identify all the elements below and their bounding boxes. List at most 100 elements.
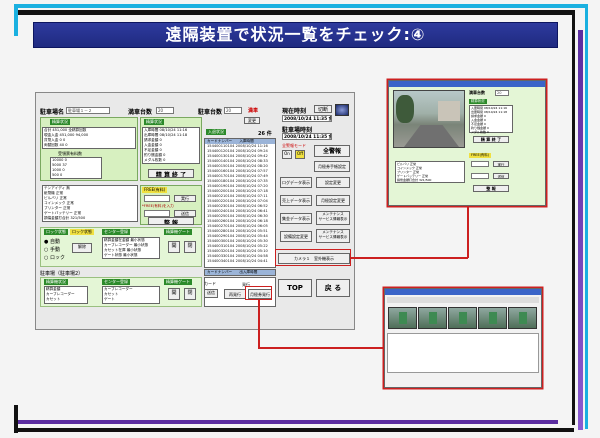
sales-data-button[interactable]: 売上データ表示 xyxy=(280,195,312,206)
entry-left-table: 精算金額 カーブレコーダー カセット xyxy=(44,286,88,304)
alarm-on-button[interactable]: On xyxy=(282,150,292,159)
table-row: メダル枚数 0 xyxy=(144,158,166,162)
fee-input[interactable] xyxy=(144,195,170,202)
entry-center-table: カーブレコーダー カセット ゲート xyxy=(102,286,160,304)
lot-name-input[interactable]: 駐車場１－２ xyxy=(66,107,110,114)
top-button[interactable]: TOP xyxy=(278,279,312,297)
full-alarm-button[interactable]: 全警報 xyxy=(314,145,350,157)
lock-option-manual[interactable]: ○ 手動 xyxy=(44,246,60,253)
current-time-label: 現在時刻 xyxy=(282,108,307,115)
lock-mode-tag: ロック状態 xyxy=(44,229,68,235)
log-title: 入退状況 xyxy=(206,129,226,135)
monthly-change-button[interactable]: 月極設定変更 xyxy=(316,195,350,206)
bottom-left-bar xyxy=(14,405,18,433)
cam-send-input[interactable] xyxy=(471,173,489,179)
maintenance-button-2[interactable]: メンテナンス サービス情報表示 xyxy=(316,229,350,243)
sales-table: 合計 451,000 全精算回数 現金入金 451,000 94,000 貨幣入… xyxy=(42,127,136,149)
slide-title: 遠隔装置で状況一覧をチェック:④ xyxy=(33,22,558,48)
maintenance-button-1[interactable]: メンテナンス サービス情報表示 xyxy=(316,211,350,225)
lock-option-lock[interactable]: ○ ロック xyxy=(44,254,65,261)
bottom-black-bar xyxy=(14,428,574,432)
video-thumbnail[interactable] xyxy=(478,307,507,329)
switch-button[interactable]: 切断 xyxy=(314,105,332,113)
monthly-issue-highlight xyxy=(245,286,272,300)
finish-table: 入庫時間 08/10/24 11:16 出庫時間 08/10/24 11:18 … xyxy=(142,127,200,164)
table-row: 損傷金額打合計 321/500 xyxy=(44,216,86,220)
top-accent-bar xyxy=(14,4,586,8)
table-row: 損傷金額打合計 321/500 xyxy=(397,178,432,182)
fee-send-button[interactable]: 送信 xyxy=(174,210,196,217)
list-item[interactable]: 154400340104 2008/10/24 04:41 xyxy=(205,259,275,264)
cam-fee-input[interactable] xyxy=(471,161,489,167)
gate-open-button[interactable]: 開 xyxy=(168,241,180,253)
count-table: 10000 0 5000 37 1000 0 500 0 xyxy=(50,157,102,179)
full-count-label: 満車台数 xyxy=(128,109,153,116)
fee-send-input[interactable] xyxy=(144,210,170,217)
table-row: 両替回数 40 0 xyxy=(44,143,68,147)
cam-finish-table: 入庫時間 08/10/24 11:16 出庫時間 08/10/24 11:18 … xyxy=(469,105,513,134)
center-register-tag: センター登録 xyxy=(102,229,130,235)
all-alarm-label: 全警報モード xyxy=(282,143,306,148)
main-app-window: 駐車場名 駐車場１－２ 満車台数 20 駐車台数 20 満車 変更 現在時刻 2… xyxy=(35,92,355,330)
top-black-bar xyxy=(14,10,574,15)
sales-section-tag: 精算状況 xyxy=(50,119,70,125)
reset-button[interactable]: 整 報 xyxy=(148,217,194,225)
entry-log-list[interactable]: カードナンバー 入庫時間 154400110104 2008/10/24 11:… xyxy=(204,138,276,268)
setting-change-button[interactable]: 設定変更 xyxy=(316,177,350,188)
full-count-input[interactable]: 20 xyxy=(156,107,174,114)
right-purple-bar xyxy=(578,30,583,430)
globe-icon[interactable] xyxy=(335,104,349,116)
parked-time-value: 2008/10/24 11:35 金 xyxy=(282,133,332,140)
reissue-button[interactable]: 再発行 xyxy=(224,289,246,299)
recorder-timeline[interactable] xyxy=(387,333,539,373)
monthly-contract-button[interactable]: 月極券手帳設定 xyxy=(314,161,350,172)
back-button[interactable]: 戻 る xyxy=(316,279,350,297)
cam-full-count-label: 満車台数 xyxy=(469,90,485,95)
collect-data-button[interactable]: 集金データ表示 xyxy=(280,213,312,224)
video-thumbnail[interactable] xyxy=(448,307,477,329)
log-data-button[interactable]: ログデータ表示 xyxy=(280,177,312,188)
card-label: カード xyxy=(204,281,216,286)
table-row: ゲート xyxy=(104,297,115,301)
gate-tag: 精算機ゲート xyxy=(164,229,192,235)
gate-close-button[interactable]: 閉 xyxy=(184,241,196,253)
center-table: 精算金額在金額 最小状態 カーブレコーダー 最小状態 カセット在庫 最小状態 ゲ… xyxy=(102,237,160,259)
finish-payment-button[interactable]: 精 算 終 了 xyxy=(148,169,194,178)
camera-button-highlight xyxy=(275,249,351,266)
video-thumbnail[interactable] xyxy=(508,307,537,329)
entry-gate-open-button[interactable]: 開 xyxy=(168,288,180,300)
fee-exec-button[interactable]: 実行 xyxy=(174,195,196,202)
change-button[interactable]: 変更 xyxy=(244,117,260,124)
equipment-setting-button[interactable]: 設備設定変更 xyxy=(280,231,312,242)
right-black-bar xyxy=(572,10,575,425)
camera-window: 満車台数 20 精算状況 入庫時間 08/10/24 11:16 出庫時間 08… xyxy=(388,80,546,206)
entry-center-tag: センター登録 xyxy=(102,279,130,285)
table-row: メダル枚数 0 xyxy=(471,130,489,134)
cam-reset-button[interactable]: 整 報 xyxy=(473,185,509,192)
cam-exec-button[interactable]: 実行 xyxy=(493,161,509,167)
video-thumbnail[interactable] xyxy=(418,307,447,329)
lot-name-label: 駐車場名 xyxy=(40,109,65,116)
cam-finish-button[interactable]: 精 算 終 了 xyxy=(473,136,509,143)
right-accent-bar xyxy=(585,4,588,429)
cam-send-button[interactable]: 送信 xyxy=(493,173,509,179)
connector-line xyxy=(467,206,469,258)
parked-count-input[interactable]: 20 xyxy=(224,107,242,114)
camera-window-titlebar xyxy=(389,81,545,87)
recorder-toolbar xyxy=(387,297,539,303)
cam-full-count-input[interactable]: 20 xyxy=(495,90,509,96)
entry-gate-close-button[interactable]: 閉 xyxy=(184,288,196,300)
recorder-window xyxy=(384,288,542,388)
connector-line xyxy=(258,300,260,348)
entry-section-title: 駐車場（駐車場2） xyxy=(40,271,84,277)
card-send-button[interactable]: 送信 xyxy=(204,289,218,298)
lock-option-auto[interactable]: ● 自動 xyxy=(44,238,60,245)
fee-label: FREE(有料) xyxy=(142,187,168,193)
log-count: 26 件 xyxy=(258,131,272,137)
device-status-table: テンアイディ 無 紙幣機 正常 ビルバリ 正常 コインメック 正常 プリンター … xyxy=(42,185,138,222)
video-thumbnail[interactable] xyxy=(388,307,417,329)
camera-image xyxy=(393,90,465,148)
connector-line xyxy=(258,347,384,349)
alarm-off-button[interactable]: Off xyxy=(295,150,305,159)
release-button[interactable]: 解除 xyxy=(72,243,92,253)
